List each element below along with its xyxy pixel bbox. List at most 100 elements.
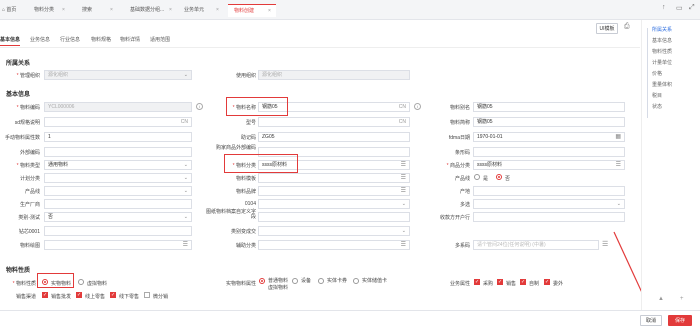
label-multi-text: 多系码 — [454, 243, 470, 249]
radio-virtual[interactable] — [78, 279, 84, 285]
code-field: YCL000006 — [44, 102, 192, 112]
chevron-down-icon: ⌄ — [401, 201, 406, 207]
product-line-select[interactable]: ⌄ — [44, 186, 192, 196]
dwg-field[interactable]: ☰ — [44, 240, 192, 250]
multi-text-field[interactable]: 请个管间24位(任何说明) (中暑) — [473, 240, 599, 250]
info-icon[interactable]: i — [196, 103, 203, 110]
tab-home[interactable]: ⌂ 首页 — [2, 4, 24, 17]
close-icon[interactable]: × — [169, 4, 172, 17]
tab-business-unit[interactable]: 业务单元 × — [180, 4, 224, 17]
check-purchase[interactable]: ✓ — [474, 279, 480, 285]
check-online[interactable]: ✓ — [76, 292, 82, 298]
list-icon[interactable]: ☰ — [183, 241, 188, 249]
highlight-box — [226, 97, 288, 116]
check-self-made[interactable]: ✓ — [520, 279, 526, 285]
sm-desc-field[interactable]: CN — [44, 117, 192, 127]
info-icon[interactable]: i — [414, 103, 421, 110]
date-field[interactable]: 1970-01-01 ▦ — [473, 132, 625, 142]
label-brand: 物料品牌 — [235, 189, 256, 195]
up-icon[interactable]: ▲ — [658, 296, 664, 302]
radio-device[interactable] — [292, 278, 298, 284]
tab-material-create[interactable]: 物料创建 × — [228, 4, 276, 17]
subtab-scope[interactable]: 适用范围 — [150, 36, 170, 43]
close-icon[interactable]: × — [216, 4, 219, 17]
lang-suffix[interactable]: CN — [399, 103, 406, 111]
goods-cat-field[interactable]: ssss原材料 ☰ — [473, 160, 625, 170]
barcode2-field[interactable] — [473, 147, 625, 157]
check-label: 采购 — [483, 281, 494, 287]
cat2-select[interactable]: ⌄ — [258, 226, 410, 236]
nav-units[interactable]: 计量单位 — [652, 59, 672, 66]
plus-icon[interactable]: + — [680, 296, 684, 302]
check-micro[interactable] — [144, 292, 150, 298]
aux-field[interactable]: ☰ — [258, 240, 410, 250]
close-icon[interactable]: × — [110, 4, 113, 17]
check-offline[interactable]: ✓ — [110, 292, 116, 298]
brand-field[interactable]: ☰ — [258, 186, 410, 196]
nav-price[interactable]: 价格 — [652, 70, 662, 77]
nav-tax[interactable]: 税目 — [652, 92, 662, 99]
barcode-field[interactable]: ZG05 — [258, 132, 410, 142]
tab-search[interactable]: 搜索 × — [78, 4, 118, 17]
product-radio-yes[interactable] — [474, 174, 480, 180]
cancel-button[interactable]: 取消 — [640, 315, 662, 326]
income-field[interactable] — [473, 212, 625, 222]
list-icon[interactable]: ☰ — [401, 161, 406, 169]
mgmt-org-field[interactable]: 源化组织 ⌄ — [44, 70, 192, 80]
subtab-industry[interactable]: 行业信息 — [60, 36, 80, 43]
list-icon[interactable]: ☰ — [616, 161, 621, 169]
radio-card[interactable] — [318, 278, 324, 284]
check-sale[interactable]: ✓ — [497, 279, 503, 285]
tab-basic-data-group[interactable]: 基础数据分组... × — [126, 4, 176, 17]
list-icon[interactable]: ☰ — [401, 187, 406, 195]
custom-field[interactable] — [258, 212, 410, 222]
num0104-field[interactable]: ⌄ — [258, 199, 410, 209]
maker-field[interactable] — [44, 199, 192, 209]
type-select[interactable]: 通用物料 ⌄ — [44, 160, 192, 170]
calendar-icon[interactable]: ▦ — [615, 133, 621, 141]
alias-field[interactable]: 钢筋05 — [473, 102, 625, 112]
origin-field[interactable] — [473, 186, 625, 196]
save-button[interactable]: 保存 — [668, 315, 692, 326]
check-outsource[interactable]: ✓ — [544, 279, 550, 285]
nav-props[interactable]: 物料性质 — [652, 48, 672, 55]
subtab-detail[interactable]: 物料详情 — [120, 36, 140, 43]
subtab-business[interactable]: 业务信息 — [30, 36, 50, 43]
radio-normal[interactable] — [259, 278, 265, 284]
product-radio-no[interactable] — [496, 174, 502, 180]
nav-weight[interactable]: 重量体积 — [652, 81, 672, 88]
label-s001: 钻芯0001 — [18, 229, 40, 235]
label-short: 物料简称 — [449, 120, 470, 126]
s001-field[interactable] — [44, 226, 192, 236]
nav-basic[interactable]: 基本信息 — [652, 37, 672, 44]
subtab-basic[interactable]: 基本信息 — [0, 36, 20, 43]
chevron-down-icon: ⌄ — [183, 162, 188, 168]
plan-select[interactable]: ⌄ — [44, 173, 192, 183]
print-icon[interactable]: ⎙ — [624, 23, 630, 31]
short-field[interactable]: 钢筋05 — [473, 117, 625, 127]
subtab-spec[interactable]: 物料规格 — [91, 36, 111, 43]
ui-template-button[interactable]: UI模板 — [596, 23, 618, 34]
label-channel: 销售渠道 — [15, 294, 36, 300]
multi-select[interactable]: ⌄ — [473, 199, 625, 209]
nav-status[interactable]: 状态 — [652, 103, 662, 110]
nav-org[interactable]: 所属关系 — [652, 26, 672, 33]
check-label: 销售批发 — [51, 294, 72, 300]
list-icon[interactable]: ☰ — [401, 174, 406, 182]
arrow-up-icon[interactable]: ↑ — [662, 4, 666, 11]
ext-code-field[interactable] — [44, 147, 192, 157]
model-field[interactable]: CN — [258, 117, 410, 127]
template-field[interactable]: ☰ — [258, 173, 410, 183]
expand-icon[interactable]: ⤢ — [689, 4, 695, 12]
list-icon[interactable]: ☰ — [602, 240, 608, 248]
attr-count-field[interactable]: 1 — [44, 132, 192, 142]
label-custom: 图纸物料档案自定义字段 — [206, 209, 257, 220]
list-icon[interactable]: ☰ — [401, 241, 406, 249]
minimize-icon[interactable]: ▭ — [676, 4, 683, 12]
tab-material-category[interactable]: 物料分类 × — [30, 4, 70, 17]
test-select[interactable]: 否 ⌄ — [44, 212, 192, 222]
close-icon[interactable]: × — [62, 4, 65, 17]
check-wholesale[interactable]: ✓ — [42, 292, 48, 298]
close-icon[interactable]: × — [268, 5, 271, 18]
radio-stored-card[interactable] — [353, 278, 359, 284]
